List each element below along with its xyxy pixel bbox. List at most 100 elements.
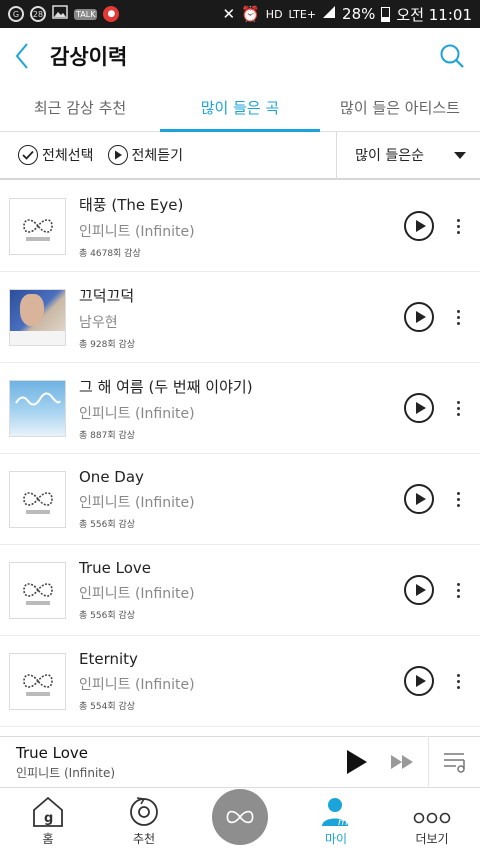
search-button[interactable]: [424, 28, 480, 84]
play-button[interactable]: [404, 211, 434, 241]
chevron-left-icon: [15, 43, 28, 69]
bottom-navigation: g 홈 추천 my 마이 더보기: [0, 788, 480, 853]
album-art-infinity-logo: [9, 561, 66, 619]
song-list: 태풍 (The Eye) 인피니트 (Infinite) 총 4678회 감상 …: [0, 181, 480, 727]
select-all-label: 전체선택: [42, 148, 94, 164]
song-artist: 인피니트 (Infinite): [79, 405, 195, 422]
song-title: 태풍 (The Eye): [79, 195, 184, 214]
gallery-icon: [52, 5, 68, 23]
more-options-button[interactable]: [450, 211, 466, 241]
battery-percent: 28%: [342, 5, 376, 23]
song-title: One Day: [79, 468, 144, 486]
play-button[interactable]: [404, 575, 434, 605]
song-artist: 남우현: [79, 314, 118, 331]
song-row[interactable]: True Love 인피니트 (Infinite) 총 556회 감상: [0, 545, 480, 636]
nav-home[interactable]: g 홈: [0, 788, 96, 853]
song-artist: 인피니트 (Infinite): [79, 586, 195, 602]
song-row[interactable]: 끄덕끄덕 남우현 총 928회 감상: [0, 272, 480, 363]
nav-more-label: 더보기: [415, 832, 449, 846]
play-icon: [415, 584, 426, 596]
song-title: Eternity: [79, 650, 138, 668]
song-title: 그 해 여름 (두 번째 이야기): [79, 377, 253, 396]
list-toolbar: 전체선택 전체듣기 많이 들은순: [0, 131, 480, 180]
mini-play-button[interactable]: [342, 747, 372, 777]
song-title: True Love: [79, 559, 152, 577]
tab-most-played-artists[interactable]: 많이 들은 아티스트: [320, 84, 480, 131]
more-options-button[interactable]: [450, 484, 466, 514]
now-playing-artist: 인피니트 (Infinite): [16, 765, 116, 780]
play-count: 총 554회 감상: [79, 702, 136, 712]
play-button[interactable]: [404, 666, 434, 696]
play-icon: [415, 220, 426, 232]
app-notification-icon: G: [8, 6, 24, 22]
hd-icon: HD: [265, 7, 283, 21]
page-title: 감상이력: [50, 45, 128, 69]
tab-bar: 최근 감상 추천 많이 들은 곡 많이 들은 아티스트: [0, 84, 480, 132]
play-button[interactable]: [404, 484, 434, 514]
tab-most-played-songs[interactable]: 많이 들은 곡: [160, 84, 320, 132]
song-row[interactable]: One Day 인피니트 (Infinite) 총 556회 감상: [0, 454, 480, 545]
recommend-icon: [130, 797, 158, 826]
play-all-label: 전체듣기: [131, 148, 184, 164]
nav-home-label: 홈: [42, 832, 54, 846]
album-art-photo: [9, 288, 66, 346]
dropdown-arrow-icon: [454, 151, 466, 159]
play-count: 총 556회 감상: [79, 611, 136, 621]
next-track-button[interactable]: [384, 747, 420, 777]
play-button[interactable]: [404, 302, 434, 332]
nav-now-playing[interactable]: [192, 788, 288, 853]
talk-icon: TALK: [74, 8, 98, 20]
more-options-button[interactable]: [450, 393, 466, 423]
sort-label: 많이 들은순: [355, 148, 424, 164]
sort-dropdown[interactable]: 많이 들은순: [336, 131, 480, 179]
play-count: 총 4678회 감상: [79, 248, 141, 259]
nav-recommend-label: 추천: [132, 832, 156, 846]
nav-my[interactable]: my 마이: [288, 788, 384, 853]
count-notification-icon: 28: [30, 6, 46, 22]
svg-text:my: my: [338, 817, 353, 828]
battery-icon: [381, 6, 391, 22]
play-all-button[interactable]: 전체듣기: [107, 145, 184, 165]
play-circle-icon: [107, 145, 128, 165]
play-icon: [415, 402, 426, 414]
song-artist: 인피니트 (Infinite): [79, 677, 195, 693]
more-options-button[interactable]: [450, 575, 466, 605]
song-artist: 인피니트 (Infinite): [79, 223, 195, 240]
album-art-infinity-logo: [9, 470, 66, 528]
song-row[interactable]: Eternity 인피니트 (Infinite) 총 554회 감상: [0, 636, 480, 727]
home-icon: g: [33, 796, 63, 827]
nav-recommend[interactable]: 추천: [96, 788, 192, 853]
song-row[interactable]: 그 해 여름 (두 번째 이야기) 인피니트 (Infinite) 총 887회…: [0, 363, 480, 454]
play-count: 총 928회 감상: [79, 339, 136, 350]
nav-my-label: 마이: [324, 832, 348, 846]
back-button[interactable]: [0, 28, 44, 84]
nav-more[interactable]: 더보기: [384, 788, 480, 853]
playlist-button[interactable]: [428, 736, 480, 788]
play-icon: [415, 311, 426, 323]
play-count: 총 556회 감상: [79, 520, 136, 530]
play-icon: [347, 750, 367, 774]
song-row[interactable]: 태풍 (The Eye) 인피니트 (Infinite) 총 4678회 감상: [0, 181, 480, 272]
check-circle-icon: [18, 145, 38, 165]
alarm-icon: ⏰: [241, 5, 260, 23]
select-all-button[interactable]: 전체선택: [18, 145, 94, 165]
fast-forward-icon: [391, 755, 413, 769]
song-artist: 인피니트 (Infinite): [79, 495, 195, 511]
clock: 오전 11:01: [396, 5, 472, 24]
play-button[interactable]: [404, 393, 434, 423]
album-art-sky: [9, 379, 66, 437]
mute-icon: ✕: [222, 5, 236, 23]
play-icon: [415, 675, 426, 687]
search-icon: [440, 44, 464, 68]
mini-player[interactable]: True Love 인피니트 (Infinite): [0, 736, 480, 788]
now-playing-disc: [212, 789, 268, 845]
more-options-button[interactable]: [450, 302, 466, 332]
network-type: LTE+: [288, 7, 317, 21]
tab-recent-recommend[interactable]: 최근 감상 추천: [0, 84, 160, 131]
playlist-icon: [443, 753, 465, 773]
play-icon: [415, 493, 426, 505]
play-count: 총 887회 감상: [79, 430, 136, 441]
status-bar: G 28 TALK ● ✕ ⏰ HD LTE+ 28% 오전 11:01: [0, 0, 480, 28]
more-options-button[interactable]: [450, 666, 466, 696]
app-header: 감상이력: [0, 28, 480, 84]
